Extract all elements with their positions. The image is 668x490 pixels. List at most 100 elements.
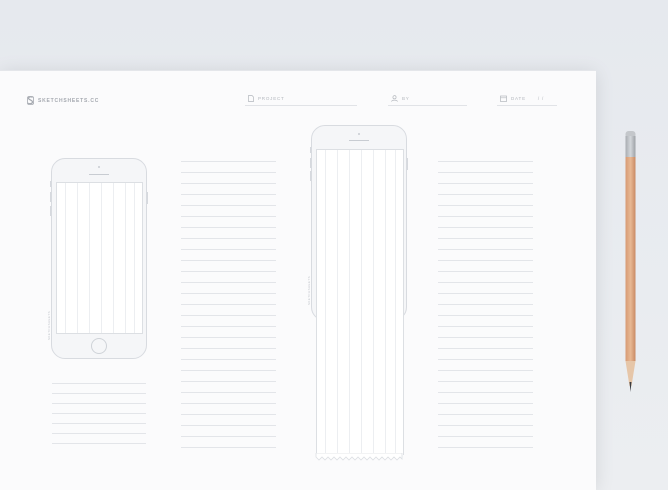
phone-screen-tall[interactable] — [316, 149, 404, 455]
ruled-line — [181, 194, 276, 195]
grid-column-guide — [373, 150, 374, 455]
ruled-line — [181, 271, 276, 272]
grid-column-guide — [337, 150, 338, 455]
ruled-line — [438, 216, 533, 217]
ruled-line — [181, 337, 276, 338]
ruled-line — [438, 315, 533, 316]
grid-column-guide — [134, 183, 135, 333]
ruled-line — [438, 271, 533, 272]
pencil-body — [625, 157, 636, 361]
ruled-line — [181, 260, 276, 261]
ruled-line — [438, 392, 533, 393]
ruled-line — [181, 392, 276, 393]
pencil-lead — [629, 382, 632, 392]
ruled-line — [438, 249, 533, 250]
ruled-line — [438, 425, 533, 426]
sheet-edge — [0, 70, 596, 71]
ruled-line — [181, 161, 276, 162]
brand-name: SKETCHSHEETS.CC — [38, 97, 100, 104]
ruled-line — [438, 183, 533, 184]
grid-column-guide — [113, 183, 114, 333]
home-button — [91, 338, 107, 354]
ruled-line — [438, 447, 533, 448]
phone-screen-small[interactable] — [56, 182, 143, 334]
side-button — [310, 147, 311, 153]
notes-column-right[interactable] — [438, 161, 533, 451]
torn-edge — [315, 453, 403, 461]
ruled-line — [438, 205, 533, 206]
ruled-line — [181, 315, 276, 316]
ruled-line — [181, 425, 276, 426]
ruled-line — [438, 414, 533, 415]
side-button — [310, 158, 311, 168]
ruled-line — [181, 216, 276, 217]
brand: SKETCHSHEETS.CC — [27, 96, 99, 105]
ruled-line — [52, 383, 146, 384]
ruled-line — [181, 436, 276, 437]
phone-frame-small: SKETCHSHEETS — [47, 158, 148, 359]
ruled-line — [181, 282, 276, 283]
user-icon — [391, 95, 398, 102]
ruled-line — [181, 414, 276, 415]
ruled-line — [438, 370, 533, 371]
ruled-line — [52, 433, 146, 434]
grid-column-guide — [349, 150, 350, 455]
side-button — [50, 181, 51, 187]
grid-column-guide — [325, 150, 326, 455]
ruled-line — [438, 161, 533, 162]
ruled-line — [181, 172, 276, 173]
grid-column-guide — [125, 183, 126, 333]
document-icon — [248, 95, 254, 102]
by-label: BY — [402, 96, 410, 101]
date-field[interactable]: DATE / / — [500, 95, 544, 102]
grid-column-guide — [89, 183, 90, 333]
ruled-line — [181, 183, 276, 184]
phone-side-label: SKETCHSHEETS — [47, 311, 51, 340]
by-field[interactable]: BY — [391, 95, 410, 102]
ruled-line — [438, 348, 533, 349]
pencil-ferrule — [625, 136, 636, 157]
project-underline — [245, 105, 357, 106]
side-button — [50, 206, 51, 216]
by-underline — [388, 105, 467, 106]
grid-column-guide — [77, 183, 78, 333]
project-label: PROJECT — [258, 96, 285, 101]
speaker-grille — [349, 140, 369, 141]
ruled-line — [438, 293, 533, 294]
ruled-line — [52, 423, 146, 424]
ruled-line — [438, 260, 533, 261]
ruled-line — [52, 413, 146, 414]
ruled-line — [181, 381, 276, 382]
ruled-line — [438, 326, 533, 327]
ruled-line — [181, 348, 276, 349]
date-separator: / / — [537, 96, 545, 101]
ruled-line — [438, 381, 533, 382]
sketchsheets-logo-icon — [27, 96, 34, 105]
speaker-grille — [89, 174, 109, 175]
ruled-line — [181, 403, 276, 404]
front-camera — [358, 133, 360, 135]
ruled-line — [438, 172, 533, 173]
ruled-line — [181, 293, 276, 294]
notes-lines-small[interactable] — [52, 383, 146, 453]
ruled-line — [181, 370, 276, 371]
notes-column-left[interactable] — [181, 161, 276, 451]
ruled-line — [181, 227, 276, 228]
ruled-line — [438, 337, 533, 338]
side-button — [147, 192, 148, 204]
side-button — [407, 158, 408, 170]
ruled-line — [438, 436, 533, 437]
ruled-line — [438, 238, 533, 239]
phone-side-label: SKETCHSHEETS — [307, 276, 311, 305]
ruled-line — [181, 447, 276, 448]
ruled-line — [181, 205, 276, 206]
ruled-line — [52, 393, 146, 394]
side-button — [50, 192, 51, 202]
ruled-line — [181, 359, 276, 360]
ruled-line — [181, 326, 276, 327]
sketch-sheet: SKETCHSHEETS.CC PROJECT BY DATE / / SKET… — [0, 70, 596, 490]
ruled-line — [52, 403, 146, 404]
pencil[interactable] — [624, 130, 637, 394]
ruled-line — [181, 249, 276, 250]
project-field[interactable]: PROJECT — [248, 95, 285, 102]
